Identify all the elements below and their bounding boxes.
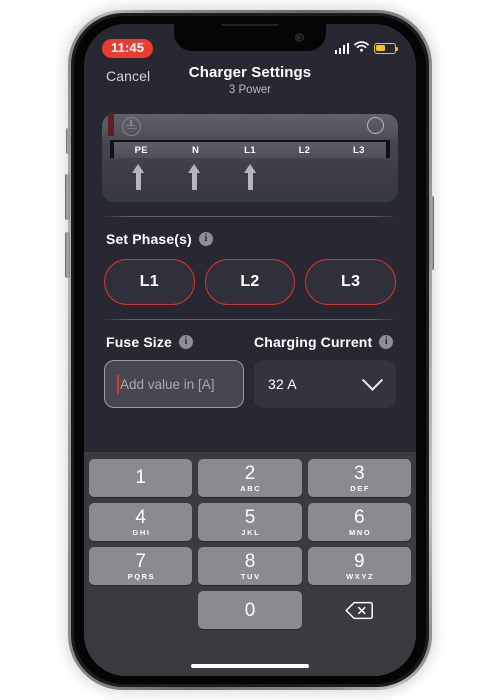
fuse-size-header: Fuse Size i — [104, 334, 254, 350]
info-icon[interactable]: i — [178, 335, 193, 349]
status-icons — [334, 39, 399, 57]
terminal-label-pe: PE — [134, 144, 148, 156]
charging-current-select[interactable]: 32 A — [254, 360, 396, 408]
info-icon[interactable]: i — [379, 335, 394, 349]
keypad-row: 7 PQRS 8 TUV 9 WXYZ — [89, 547, 411, 585]
charger-settings-app: Cancel Charger Settings 3 Power PE N L1 … — [84, 24, 416, 676]
key-letters: MNO — [348, 527, 372, 537]
phone-screen: Cancel Charger Settings 3 Power PE N L1 … — [84, 24, 416, 676]
key-1[interactable]: 1 — [89, 459, 193, 497]
key-2[interactable]: 2 ABC — [198, 459, 302, 497]
key-letters: WXYZ — [346, 571, 375, 581]
keypad-row: 4 GHI 5 JKL 6 MNO — [89, 503, 411, 541]
home-indicator[interactable] — [191, 663, 309, 668]
key-number: 8 — [244, 550, 256, 572]
key-letters: TUV — [240, 571, 261, 581]
terminal-label-l2: L2 — [298, 144, 311, 156]
power-button[interactable] — [429, 196, 434, 270]
phone-notch — [174, 24, 326, 51]
key-letters: JKL — [241, 527, 261, 537]
earth-ground-icon — [122, 117, 141, 136]
text-caret — [117, 374, 119, 394]
key-number: 0 — [244, 599, 256, 621]
info-icon[interactable]: i — [198, 232, 213, 246]
battery-low-power-icon — [374, 42, 399, 54]
backspace-delete-icon — [345, 601, 374, 620]
key-number: 6 — [354, 506, 365, 528]
navigation-bar: Cancel Charger Settings 3 Power — [84, 62, 416, 108]
fuse-size-input[interactable]: Add value in [A] — [104, 360, 244, 408]
key-7[interactable]: 7 PQRS — [89, 547, 193, 585]
keypad-row: 1 2 ABC 3 DEF — [89, 459, 411, 497]
terminal-block-illustration: PE N L1 L2 L3 — [102, 114, 398, 202]
key-number: 1 — [135, 467, 146, 488]
key-letters: PQRS — [127, 571, 156, 581]
fuse-size-label: Fuse Size — [106, 334, 172, 350]
key-9[interactable]: 9 WXYZ — [307, 547, 411, 585]
volume-down-button[interactable] — [65, 232, 70, 278]
volume-up-button[interactable] — [65, 174, 70, 220]
set-phases-label: Set Phase(s) — [106, 231, 192, 247]
key-number: 7 — [135, 550, 146, 572]
field-headers-row: Fuse Size i Charging Current i — [84, 320, 416, 350]
screenshot-stage: Cancel Charger Settings 3 Power PE N L1 … — [0, 0, 500, 700]
terminal-label-l3: L3 — [352, 144, 365, 156]
key-blank — [89, 591, 192, 629]
fuse-size-placeholder: Add value in [A] — [120, 376, 215, 392]
earpiece-speaker — [221, 24, 279, 26]
key-backspace[interactable] — [308, 591, 411, 629]
key-number: 5 — [244, 506, 256, 528]
phase-button-l1[interactable]: L1 — [104, 259, 195, 305]
cancel-button[interactable]: Cancel — [106, 68, 150, 84]
page-subtitle: 3 Power — [228, 84, 272, 96]
key-8[interactable]: 8 TUV — [198, 547, 302, 585]
chevron-down-icon — [361, 369, 384, 391]
charging-current-label: Charging Current — [254, 334, 373, 350]
key-number: 3 — [354, 462, 365, 484]
arrow-up-icon — [131, 164, 145, 190]
key-number: 2 — [244, 462, 256, 484]
key-0[interactable]: 0 — [198, 591, 302, 629]
keypad-row: 0 — [89, 591, 411, 629]
arrow-up-icon — [243, 164, 257, 190]
key-number: 9 — [354, 550, 365, 572]
terminal-arrow-row — [110, 164, 390, 194]
charging-current-value: 32 A — [268, 376, 297, 392]
key-6[interactable]: 6 MNO — [307, 503, 411, 541]
phase-button-l3[interactable]: L3 — [305, 259, 397, 305]
key-5[interactable]: 5 JKL — [198, 503, 302, 541]
key-letters: ABC — [240, 483, 262, 493]
arrow-up-icon — [187, 164, 201, 190]
key-letters: DEF — [350, 483, 371, 493]
terminal-label-n: N — [192, 144, 200, 156]
terminal-block-body: PE N L1 L2 L3 — [102, 114, 398, 202]
terminal-label-bar: PE N L1 L2 L3 — [110, 140, 390, 158]
charging-current-header: Charging Current i — [254, 334, 394, 350]
numeric-keypad: 1 2 ABC 3 DEF 4 GHI 5 JKL 6 MNO 7 PQRS 8… — [84, 452, 416, 676]
phase-button-group: L1 L2 L3 — [84, 247, 416, 305]
key-number: 4 — [135, 506, 146, 528]
key-4[interactable]: 4 GHI — [89, 503, 193, 541]
wifi-icon — [354, 39, 369, 57]
set-phases-header: Set Phase(s) i — [84, 217, 416, 247]
status-time: 11:45 — [102, 38, 154, 58]
terminal-label-l1: L1 — [244, 144, 256, 156]
circle-outline-icon — [367, 117, 384, 134]
key-3[interactable]: 3 DEF — [307, 459, 411, 497]
key-letters: GHI — [132, 527, 151, 537]
silence-switch-button[interactable] — [66, 128, 70, 154]
red-wire-strip — [108, 114, 114, 136]
phase-button-l2[interactable]: L2 — [204, 259, 296, 305]
field-inputs-row: Add value in [A] 32 A — [84, 350, 416, 408]
front-camera-icon — [295, 33, 304, 42]
cellular-bars-icon — [334, 42, 349, 54]
